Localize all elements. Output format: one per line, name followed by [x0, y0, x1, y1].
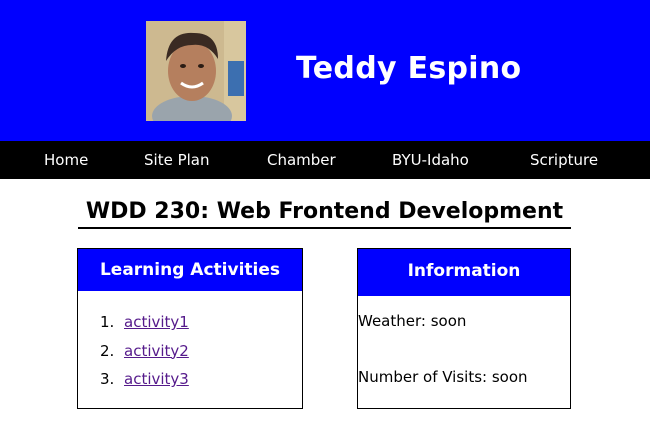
weather-text: Weather: soon [358, 312, 467, 330]
site-title: Teddy Espino [296, 51, 522, 86]
information-heading: Information [358, 249, 570, 296]
activity-link[interactable]: activity3 [124, 370, 189, 388]
nav-item-home[interactable]: Home [44, 151, 88, 169]
activity-link[interactable]: activity1 [124, 313, 189, 331]
list-number: 2. [100, 341, 115, 360]
nav-item-chamber[interactable]: Chamber [267, 151, 336, 169]
learning-activities-heading: Learning Activities [78, 249, 302, 291]
main-nav: Home Site Plan Chamber BYU-Idaho Scriptu… [0, 141, 650, 179]
nav-item-site-plan[interactable]: Site Plan [144, 151, 209, 169]
visits-text: Number of Visits: soon [358, 368, 528, 386]
nav-item-scripture[interactable]: Scripture [530, 151, 598, 169]
nav-item-byu-idaho[interactable]: BYU-Idaho [392, 151, 469, 169]
list-item: 2. activity2 [100, 341, 189, 370]
list-number: 3. [100, 370, 115, 388]
profile-photo [146, 21, 246, 121]
site-header: Teddy Espino [0, 0, 650, 141]
list-item: 1. activity1 [100, 312, 189, 341]
list-number: 1. [100, 313, 115, 331]
activity-list: 1. activity1 2. activity2 3. activity3 [100, 312, 189, 398]
learning-activities-card: Learning Activities 1. activity1 2. activi… [77, 248, 303, 409]
activity-link[interactable]: activity2 [124, 342, 189, 360]
page-title: WDD 230: Web Frontend Development [78, 199, 571, 229]
avatar [146, 21, 246, 121]
information-card: Information Weather: soon Number of Visi… [357, 248, 571, 409]
list-item: 3. activity3 [100, 369, 189, 398]
